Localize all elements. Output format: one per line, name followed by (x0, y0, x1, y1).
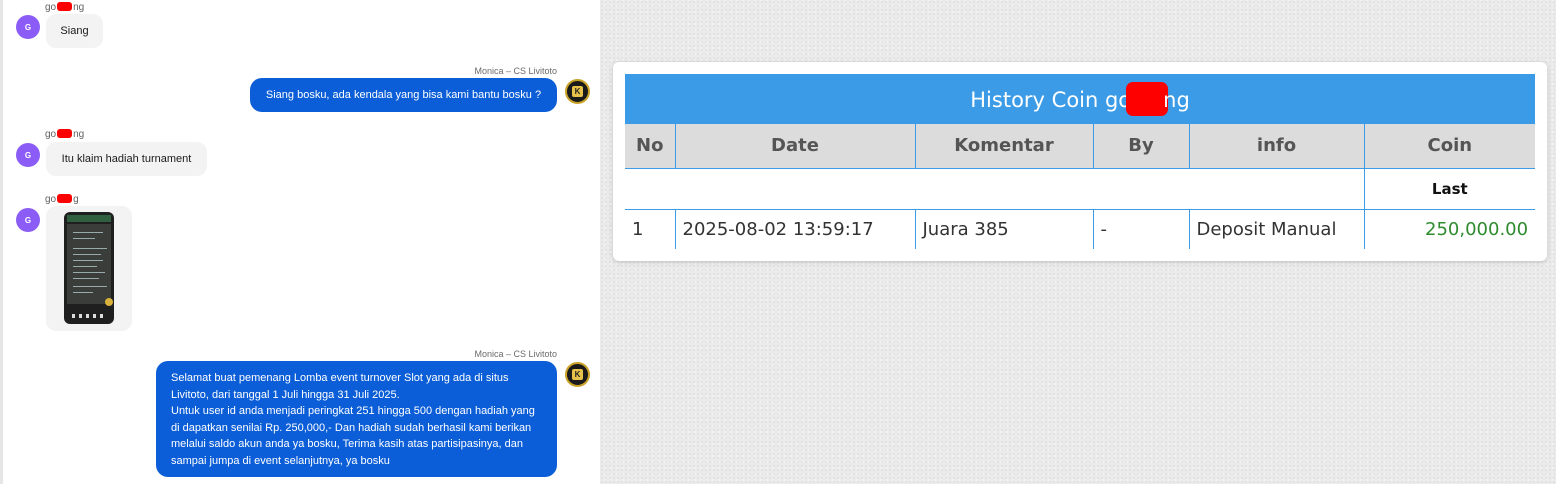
image-attachment[interactable] (46, 206, 132, 331)
cell-by: - (1092, 209, 1189, 249)
cell-date: 2025-08-02 13:59:17 (674, 209, 915, 249)
outgoing-message: Selamat buat pemenang Lomba event turnov… (156, 361, 557, 477)
nav-bar-icon (72, 314, 106, 318)
message-line: melalui saldo akun anda ya bosku, Terima… (171, 438, 523, 450)
subheader-spacer (625, 167, 1364, 210)
column-header-coin: Coin (1363, 124, 1536, 168)
column-header-date: Date (674, 124, 915, 168)
screenshot-thumbnail[interactable] (64, 212, 114, 324)
message-line: Untuk user id anda menjadi peringkat 251… (171, 405, 535, 417)
cell-no: 1 (632, 218, 644, 240)
sender-name: go g (45, 194, 79, 205)
column-header-komentar: Komentar (914, 124, 1093, 168)
agent-name: Monica – CS Livitoto (474, 66, 557, 76)
message-line: Livitoto, dari tanggal 1 Juli hingga 31 … (171, 388, 400, 401)
brand-logo-icon (105, 298, 113, 306)
history-table: History Coin go ng No Date Komentar By in… (625, 74, 1536, 249)
redaction-mark (57, 2, 73, 11)
sender-name: go ng (45, 2, 85, 13)
redaction-mark (57, 194, 73, 203)
cell-coin: 250,000.00 (1363, 209, 1536, 249)
brand-logo-icon: K (572, 86, 583, 97)
user-avatar: G (16, 15, 40, 39)
column-header-by: By (1092, 124, 1189, 168)
cell-info: Deposit Manual (1188, 209, 1364, 249)
outgoing-message: Siang bosku, ada kendala yang bisa kami … (250, 78, 557, 112)
table-title: History Coin go ng (625, 74, 1536, 124)
chat-panel: go ng G Siang Monica – CS Livitoto Siang … (0, 0, 600, 484)
agent-avatar: K (565, 362, 590, 387)
column-header-info: info (1188, 124, 1364, 168)
sender-name: go ng (45, 129, 85, 140)
column-header-no: No (625, 124, 675, 168)
incoming-message: Siang (46, 14, 103, 48)
table-row: 1 2025-08-02 13:59:17 Juara 385 - Deposi… (625, 209, 1536, 249)
agent-avatar: K (565, 79, 590, 104)
user-avatar: G (16, 143, 40, 167)
brand-logo-icon: K (572, 369, 583, 380)
cell-komentar: Juara 385 (914, 209, 1093, 249)
redaction-mark (1126, 82, 1169, 116)
agent-name: Monica – CS Livitoto (474, 349, 557, 359)
incoming-message: Itu klaim hadiah turnament (46, 142, 207, 176)
message-line: sampai jumpa di event selanjutnya, ya bo… (171, 454, 390, 467)
history-card: History Coin go ng No Date Komentar By in… (613, 62, 1547, 261)
message-line: di dapatkan senilai Rp. 250,000,- Dan ha… (171, 421, 532, 434)
user-avatar: G (16, 208, 40, 232)
subheader-last: Last (1363, 167, 1536, 210)
message-line: Selamat buat pemenang Lomba event turnov… (171, 372, 509, 384)
redaction-mark (57, 129, 73, 138)
